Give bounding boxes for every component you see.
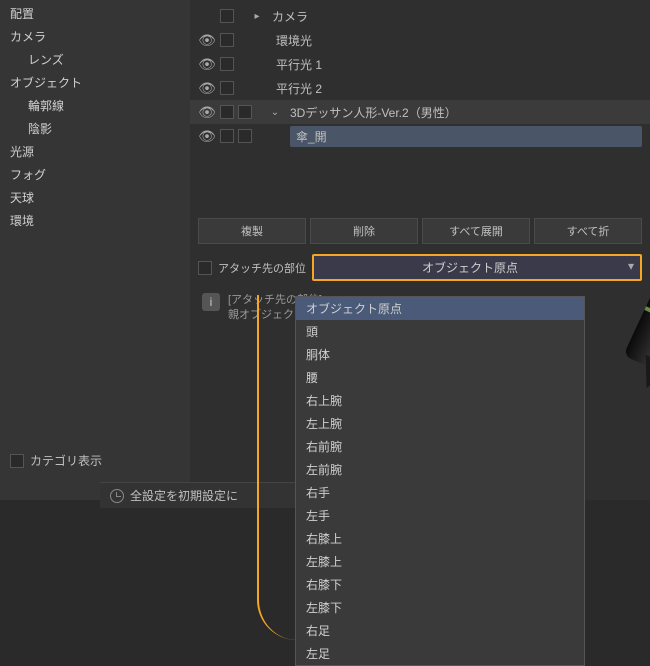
dropdown-option[interactable]: 右膝上 <box>296 527 584 550</box>
layer-checkbox[interactable] <box>220 105 234 119</box>
expand-arrow-icon[interactable]: ▸ <box>250 11 264 22</box>
layer-checkbox[interactable] <box>220 33 234 47</box>
dropdown-option[interactable]: 左上腕 <box>296 412 584 435</box>
dropdown-option[interactable]: 左膝下 <box>296 596 584 619</box>
layer-label: カメラ <box>268 8 642 25</box>
visibility-icon[interactable]: 👁 <box>198 32 216 49</box>
duplicate-button[interactable]: 複製 <box>198 218 306 244</box>
attach-label: アタッチ先の部位 <box>218 260 306 276</box>
layer-label: 3Dデッサン人形-Ver.2（男性） <box>286 104 642 121</box>
layer-checkbox[interactable] <box>220 9 234 23</box>
side-item-light[interactable]: 光源 <box>0 140 190 163</box>
visibility-icon[interactable]: 👁 <box>198 128 216 145</box>
dropdown-menu: オブジェクト原点 頭 胴体 腰 右上腕 左上腕 右前腕 左前腕 右手 左手 右膝… <box>295 296 585 666</box>
side-item-fog[interactable]: フォグ <box>0 163 190 186</box>
layer-checkbox[interactable] <box>220 129 234 143</box>
dropdown-option[interactable]: 右前腕 <box>296 435 584 458</box>
layer-checkbox[interactable] <box>220 57 234 71</box>
layer-list: ▸ カメラ 👁 環境光 👁 平行光 1 👁 平行光 2 <box>190 0 650 152</box>
layer-label: 傘_開 <box>290 126 642 147</box>
side-item-sky[interactable]: 天球 <box>0 186 190 209</box>
expand-all-button[interactable]: すべて展開 <box>422 218 530 244</box>
delete-button[interactable]: 削除 <box>310 218 418 244</box>
side-item-outline[interactable]: 輪郭線 <box>0 94 190 117</box>
collapse-all-button[interactable]: すべて折 <box>534 218 642 244</box>
layer-checkbox[interactable] <box>220 81 234 95</box>
category-show-row: カテゴリ表示 <box>10 452 102 469</box>
reset-label: 全設定を初期設定に <box>130 487 238 504</box>
category-checkbox[interactable] <box>10 454 24 468</box>
dropdown-option[interactable]: 頭 <box>296 320 584 343</box>
layer-row[interactable]: 👁 環境光 <box>190 28 650 52</box>
attach-checkbox[interactable] <box>198 261 212 275</box>
side-item-haichi[interactable]: 配置 <box>0 2 190 25</box>
layer-checkbox[interactable] <box>238 129 252 143</box>
button-row: 複製 削除 すべて展開 すべて折 <box>190 212 650 250</box>
layer-checkbox[interactable] <box>238 105 252 119</box>
dropdown-option[interactable]: 右膝下 <box>296 573 584 596</box>
side-item-shadow[interactable]: 陰影 <box>0 117 190 140</box>
expand-arrow-icon[interactable]: ⌄ <box>268 107 282 118</box>
info-icon: i <box>202 293 220 311</box>
dropdown-option[interactable]: 胴体 <box>296 343 584 366</box>
side-item-camera[interactable]: カメラ <box>0 25 190 48</box>
dropdown-option[interactable]: オブジェクト原点 <box>296 297 584 320</box>
visibility-icon[interactable]: 👁 <box>198 80 216 97</box>
dropdown-option[interactable]: 左手 <box>296 504 584 527</box>
category-label: カテゴリ表示 <box>30 452 102 469</box>
side-panel: 配置 カメラ レンズ オブジェクト 輪郭線 陰影 光源 フォグ 天球 環境 <box>0 0 190 500</box>
dropdown-option[interactable]: 左足 <box>296 642 584 665</box>
visibility-icon[interactable]: 👁 <box>198 104 216 121</box>
layer-label: 環境光 <box>272 32 642 49</box>
layer-row[interactable]: 👁 ⌄ 3Dデッサン人形-Ver.2（男性） <box>190 100 650 124</box>
layer-row[interactable]: ▸ カメラ <box>190 4 650 28</box>
layer-label: 平行光 2 <box>272 80 642 97</box>
side-item-object[interactable]: オブジェクト <box>0 71 190 94</box>
dropdown-option[interactable]: 左前腕 <box>296 458 584 481</box>
dropdown-option[interactable]: 右足 <box>296 619 584 642</box>
dropdown-option[interactable]: 左膝上 <box>296 550 584 573</box>
dropdown-option[interactable]: 腰 <box>296 366 584 389</box>
dropdown-option[interactable]: 右上腕 <box>296 389 584 412</box>
attach-dropdown[interactable]: オブジェクト原点 <box>312 254 642 281</box>
layer-row[interactable]: 👁 平行光 2 <box>190 76 650 100</box>
side-item-lens[interactable]: レンズ <box>0 48 190 71</box>
layer-row[interactable]: 👁 傘_開 <box>190 124 650 148</box>
attach-row: アタッチ先の部位 オブジェクト原点 <box>190 250 650 285</box>
visibility-icon[interactable]: 👁 <box>198 56 216 73</box>
dropdown-option[interactable]: 右手 <box>296 481 584 504</box>
layer-label: 平行光 1 <box>272 56 642 73</box>
layer-row[interactable]: 👁 平行光 1 <box>190 52 650 76</box>
side-item-env[interactable]: 環境 <box>0 209 190 232</box>
reset-icon <box>110 489 124 503</box>
